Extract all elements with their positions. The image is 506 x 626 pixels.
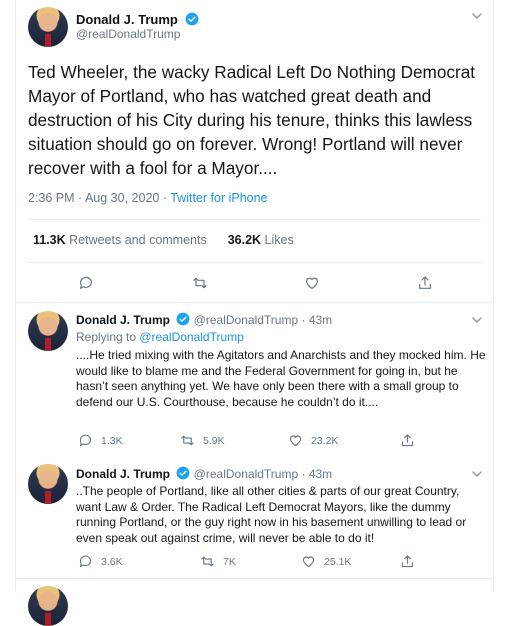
tweet-stats: 11.3K Retweets and comments 36.2K Likes: [33, 233, 294, 247]
chevron-down-icon[interactable]: [471, 468, 483, 480]
retweet-action[interactable]: 5.9K: [180, 433, 225, 448]
like-icon: [302, 556, 315, 568]
verified-icon: [176, 466, 190, 480]
replying-to: Replying to @realDonaldTrump: [76, 330, 244, 344]
likes-stat[interactable]: 36.2K Likes: [228, 233, 294, 247]
divider: [28, 219, 481, 220]
like-icon[interactable]: [304, 275, 320, 291]
like-action[interactable]: 23.2K: [288, 433, 338, 448]
like-count: 23.2K: [311, 434, 339, 447]
verified-icon: [176, 312, 190, 326]
share-icon[interactable]: [400, 433, 415, 448]
reply-count: 1.3K: [101, 434, 123, 447]
reply-text: ..The people of Portland, like all other…: [76, 484, 467, 545]
retweet-count: 5.9K: [203, 434, 225, 447]
tweet-meta: 2:36 PM · Aug 30, 2020 · Twitter for iPh…: [28, 191, 268, 205]
divider: [28, 262, 481, 263]
like-icon: [289, 435, 302, 447]
verified-icon: [185, 12, 199, 26]
retweet-action[interactable]: 7K: [200, 554, 236, 569]
retweet-count: 7K: [223, 555, 236, 568]
reply-icon: [79, 555, 91, 568]
tweet-time[interactable]: · 43m: [298, 313, 332, 327]
author-name[interactable]: Donald J. Trump: [76, 12, 178, 27]
reply-action[interactable]: 3.6K: [78, 554, 123, 569]
timestamp[interactable]: 2:36 PM · Aug 30, 2020 ·: [28, 191, 170, 205]
like-count: 25.1K: [324, 555, 352, 568]
divider: [16, 302, 493, 303]
reply-text: ....He tried mixing with the Agitators a…: [76, 348, 486, 409]
author-handle[interactable]: @realDonaldTrump: [76, 27, 180, 41]
reply-header: Donald J. Trump @realDonaldTrump · 43m: [76, 466, 332, 481]
chevron-down-icon[interactable]: [471, 314, 483, 326]
retweet-icon: [181, 435, 194, 446]
author-name[interactable]: Donald J. Trump: [76, 467, 170, 481]
author-handle[interactable]: @realDonaldTrump: [194, 467, 298, 481]
share-icon[interactable]: [400, 554, 415, 569]
author-name[interactable]: Donald J. Trump: [76, 313, 170, 327]
replying-to-link[interactable]: @realDonaldTrump: [139, 330, 243, 344]
reply-header: Donald J. Trump @realDonaldTrump · 43m: [76, 312, 332, 327]
tweet-time[interactable]: · 43m: [298, 467, 332, 481]
retweet-icon[interactable]: [191, 275, 209, 291]
avatar[interactable]: [28, 464, 68, 504]
tweet-text: Ted Wheeler, the wacky Radical Left Do N…: [28, 62, 476, 178]
tweet-card: Donald J. Trump @realDonaldTrump Ted Whe…: [15, 0, 494, 626]
retweets-stat[interactable]: 11.3K Retweets and comments: [33, 233, 207, 247]
reply-icon: [79, 434, 91, 447]
author-handle[interactable]: @realDonaldTrump: [194, 313, 298, 327]
reply-count: 3.6K: [101, 555, 123, 568]
avatar[interactable]: [28, 586, 68, 626]
divider: [16, 578, 493, 579]
avatar[interactable]: [28, 7, 68, 47]
reply-icon[interactable]: [78, 275, 94, 291]
source-link[interactable]: Twitter for iPhone: [170, 191, 267, 205]
retweet-icon: [201, 556, 214, 567]
reply-action[interactable]: 1.3K: [78, 433, 123, 448]
like-action[interactable]: 25.1K: [301, 554, 351, 569]
avatar[interactable]: [28, 311, 68, 351]
chevron-down-icon[interactable]: [471, 10, 483, 22]
share-icon[interactable]: [417, 275, 433, 291]
